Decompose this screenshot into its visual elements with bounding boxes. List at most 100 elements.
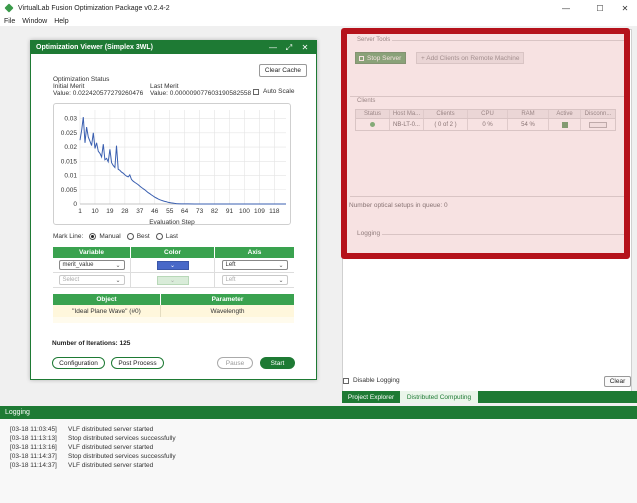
object-table-header: Object Parameter (53, 294, 294, 305)
col-color: Color (131, 247, 215, 258)
clear-cache-button[interactable]: Clear Cache (259, 64, 307, 77)
log-time: [03-18 11:13:16] (10, 444, 57, 451)
log-message: Stop distributed services successfully (68, 435, 176, 442)
table-row[interactable]: "Ideal Plane Wave" (#0) Wavelength (53, 305, 294, 317)
menu-file[interactable]: File (4, 18, 15, 25)
clear-log-button[interactable]: Clear (604, 376, 631, 387)
y-tick-label: 0.01 (64, 173, 77, 180)
log-message: VLF distributed server started (68, 426, 154, 433)
menu-bar: File Window Help (0, 16, 637, 26)
mark-line-control: Mark Line: Manual Best Last (53, 233, 178, 240)
menu-window[interactable]: Window (22, 18, 47, 25)
viewer-close-icon[interactable]: ✕ (299, 41, 311, 54)
x-tick-label: 46 (151, 208, 159, 215)
variable-cell: merit_value ⌄ (53, 258, 131, 272)
axis-select-value: Left (225, 262, 236, 268)
pause-button[interactable]: Pause (217, 357, 253, 369)
highlight-overlay (341, 28, 630, 259)
chevron-down-icon: ⌄ (169, 277, 176, 284)
menu-help[interactable]: Help (54, 18, 68, 25)
x-tick-label: 1 (78, 208, 82, 215)
y-tick-label: 0.015 (61, 158, 78, 165)
variable-select[interactable]: merit_value ⌄ (58, 260, 125, 270)
configuration-button[interactable]: Configuration (52, 357, 105, 369)
viewer-minimize-icon[interactable]: — (267, 41, 279, 54)
log-time: [03-18 11:14:37] (10, 453, 57, 460)
mark-line-label: Mark Line: (53, 233, 84, 240)
logging-area: [03-18 11:03:45] VLF distributed server s… (0, 419, 637, 503)
close-icon[interactable]: ✕ (613, 0, 637, 16)
x-tick-label: 37 (136, 208, 144, 215)
x-tick-label: 55 (166, 208, 174, 215)
x-tick-label: 100 (239, 208, 250, 215)
merit-plot[interactable]: 0 0.005 0.01 0.015 0.02 0.025 0.03 1 10 19 28 37 46… (53, 103, 291, 226)
log-entry: [03-18 11:14:37] VLF distributed server s… (10, 462, 153, 469)
x-tick-label: 82 (211, 208, 219, 215)
log-entry: [03-18 11:03:45] VLF distributed server s… (10, 426, 153, 433)
optimization-status-label: Optimization Status (53, 76, 110, 83)
col-parameter: Parameter (211, 296, 244, 303)
last-merit-label: Last Merit (150, 83, 179, 90)
y-tick-label: 0.005 (61, 187, 78, 194)
start-button[interactable]: Start (260, 357, 295, 369)
chevron-down-icon: ⌄ (115, 278, 121, 284)
variable-table: Variable Color Axis merit_value ⌄ ⌄ Left ⌄… (53, 247, 294, 288)
maximize-icon[interactable]: ☐ (588, 0, 612, 16)
mark-line-last-radio[interactable] (155, 233, 163, 240)
post-process-button[interactable]: Post Process (111, 357, 164, 369)
minimize-icon[interactable]: — (554, 0, 578, 16)
mark-line-last-label[interactable]: Last (166, 233, 178, 240)
logging-header: Logging (0, 406, 637, 419)
auto-scale-toggle[interactable]: Auto Scale (253, 88, 294, 95)
axis-select: Left ⌄ (221, 275, 288, 285)
initial-merit-label: Initial Merit (53, 83, 85, 90)
col-object: Object (53, 294, 161, 305)
x-tick-label: 10 (91, 208, 99, 215)
initial-merit-value: Value: 0.022420577279260476 (53, 90, 144, 97)
log-message: VLF distributed server started (68, 462, 154, 469)
auto-scale-label: Auto Scale (263, 88, 295, 95)
x-tick-label: 28 (121, 208, 129, 215)
window-title: VirtualLab Fusion Optimization Package v… (18, 4, 170, 12)
axis-cell: Left ⌄ (215, 273, 294, 287)
window-titlebar: VirtualLab Fusion Optimization Package v… (0, 0, 637, 16)
auto-scale-checkbox[interactable] (253, 88, 259, 95)
x-tick-label: 118 (269, 208, 280, 215)
y-tick-label: 0.025 (61, 130, 78, 137)
last-merit-value: Value: 0.000009077603190582558 (150, 90, 252, 97)
table-row: merit_value ⌄ ⌄ Left ⌄ (53, 258, 294, 273)
disable-logging-checkbox[interactable] (343, 377, 349, 384)
variable-select-value: Select (62, 277, 80, 283)
variable-cell: Select ⌄ (53, 273, 131, 287)
variable-select[interactable]: Select ⌄ (58, 275, 125, 285)
table-row: Select ⌄ ⌄ Left ⌄ (53, 273, 294, 288)
mark-line-manual-label[interactable]: Manual (99, 233, 120, 240)
mark-line-best-radio[interactable] (126, 233, 134, 240)
axis-select-value: Left (225, 277, 236, 283)
merit-series-line (79, 117, 286, 205)
chevron-down-icon: ⌄ (115, 263, 121, 269)
color-cell: ⌄ (131, 258, 215, 272)
tab-project-explorer[interactable]: Project Explorer (342, 391, 400, 403)
x-tick-label: 109 (254, 208, 265, 215)
axis-select[interactable]: Left ⌄ (221, 260, 288, 270)
y-tick-label: 0 (73, 201, 77, 208)
color-picker[interactable]: ⌄ (156, 260, 189, 270)
disable-logging-label: Disable Logging (353, 377, 400, 384)
tab-distributed-computing[interactable]: Distributed Computing (400, 391, 478, 403)
color-picker: ⌄ (156, 275, 189, 285)
col-axis: Axis (247, 249, 262, 256)
x-tick-label: 64 (181, 208, 189, 215)
viewer-expand-icon[interactable]: ⤢ (283, 41, 295, 54)
parameter-cell: Wavelength (210, 307, 245, 315)
log-entry: [03-18 11:13:16] VLF distributed server s… (10, 444, 153, 451)
mark-line-manual-radio[interactable] (89, 233, 97, 240)
disable-logging-toggle[interactable]: Disable Logging (343, 377, 400, 384)
axis-cell: Left ⌄ (215, 258, 294, 272)
log-entry: [03-18 11:13:13] Stop distributed service… (10, 435, 176, 442)
optimization-viewer-window: Optimization Viewer (Simplex 3WL) — ⤢ ✕ … (30, 40, 317, 380)
mark-line-best-label[interactable]: Best (137, 233, 150, 240)
y-tick-label: 0.03 (64, 116, 77, 123)
log-time: [03-18 11:13:13] (10, 435, 57, 442)
x-tick-label: 73 (196, 208, 204, 215)
